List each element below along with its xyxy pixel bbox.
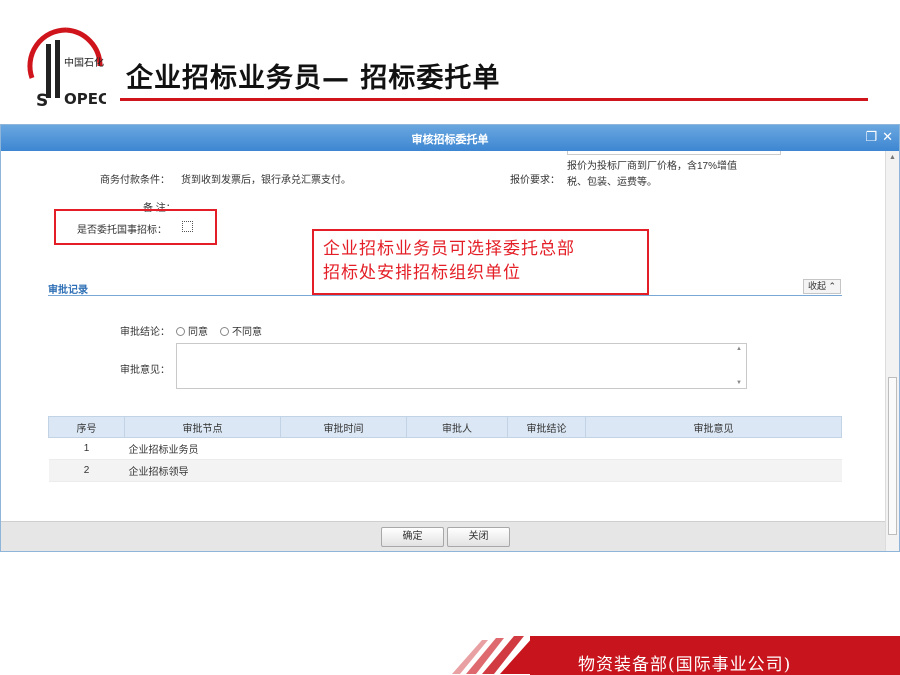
cell-no: 2 (48, 459, 125, 482)
table-row[interactable]: 1 企业招标业务员 (48, 437, 842, 460)
radio-disagree-circle[interactable] (220, 327, 229, 336)
cell-opinion (585, 459, 842, 482)
svg-text:中国石化: 中国石化 (64, 56, 104, 69)
dialog-scrollbar[interactable]: ▲ (885, 151, 899, 551)
radio-disagree-label: 不同意 (232, 327, 262, 338)
review-dialog: 审核招标委托单 ❐ ✕ 商务付款条件： 货到收到发票后，银行承兑汇票支付。 报价… (0, 124, 900, 552)
approval-table: 序号 审批节点 审批时间 审批人 审批结论 审批意见 1 企业招标业务员 2 企… (48, 416, 842, 482)
table-header-row: 序号 审批节点 审批时间 审批人 审批结论 审批意见 (48, 416, 842, 438)
cell-time (280, 459, 407, 482)
approval-section-header: 审批记录 收起 ⌃ (48, 279, 842, 296)
table-row[interactable]: 2 企业招标领导 (48, 459, 842, 482)
cell-node: 企业招标领导 (124, 459, 281, 482)
entrust-checkbox[interactable] (182, 221, 193, 232)
col-header-time: 审批时间 (280, 416, 407, 438)
col-header-result: 审批结论 (507, 416, 586, 438)
conclusion-label: 审批结论： (120, 327, 170, 338)
cell-time (280, 437, 407, 460)
cell-result (507, 437, 586, 460)
radio-agree-circle[interactable] (176, 327, 185, 336)
cell-result (507, 459, 586, 482)
restore-window-icon[interactable]: ❐ (865, 130, 877, 143)
quote-line-1: 报价为投标厂商到厂价格，含17%增值 (567, 161, 738, 172)
entrust-label: 是否委托国事招标： (77, 225, 167, 236)
radio-agree-label: 同意 (188, 327, 208, 338)
cell-no: 1 (48, 437, 125, 460)
quote-requirement-value: 报价为投标厂商到厂价格，含17%增值 税、包装、运费等。 (567, 159, 781, 191)
cell-person (406, 459, 508, 482)
collapse-button[interactable]: 收起 ⌃ (802, 279, 841, 294)
col-header-opinion: 审批意见 (585, 416, 842, 438)
sinopec-logo: 中国石化 S OPEC (26, 26, 109, 111)
radio-disagree[interactable]: 不同意 (220, 323, 262, 338)
scroll-down-icon[interactable]: ▼ (736, 380, 742, 386)
col-header-no: 序号 (48, 416, 125, 438)
payment-terms-value: 货到收到发票后，银行承兑汇票支付。 (181, 175, 351, 186)
col-header-node: 审批节点 (124, 416, 281, 438)
svg-text:S: S (36, 91, 48, 108)
cell-opinion (585, 437, 842, 460)
callout-line-1: 企业招标业务员可选择委托总部 (323, 239, 575, 259)
textarea-scrollbar[interactable]: ▲ ▼ (733, 344, 746, 388)
close-button[interactable]: 关闭 (447, 527, 510, 547)
confirm-button[interactable]: 确定 (381, 527, 444, 547)
opinion-textarea[interactable]: ▲ ▼ (176, 343, 747, 389)
quote-line-2: 税、包装、运费等。 (567, 177, 657, 188)
dialog-body: 商务付款条件： 货到收到发票后，银行承兑汇票支付。 报价要求： 报价为投标厂商到… (1, 151, 885, 521)
dialog-title: 审核招标委托单 (411, 134, 489, 146)
quote-requirement-label: 报价要求： (510, 175, 560, 186)
scroll-up-icon[interactable]: ▲ (889, 154, 896, 161)
approval-section-title: 审批记录 (48, 285, 88, 296)
slide-title: 企业招标业务员— 招标委托单 (126, 63, 501, 94)
close-icon[interactable]: ✕ (882, 130, 893, 143)
cell-node: 企业招标业务员 (124, 437, 281, 460)
title-rule (120, 98, 868, 101)
opinion-label: 审批意见： (120, 365, 170, 376)
quote-field-border (567, 151, 781, 155)
dialog-footer: 确定 关闭 (1, 521, 885, 551)
cell-person (406, 437, 508, 460)
svg-text:OPEC: OPEC (64, 90, 106, 108)
payment-terms-label: 商务付款条件： (100, 175, 170, 186)
col-header-person: 审批人 (406, 416, 508, 438)
dialog-titlebar[interactable]: 审核招标委托单 ❐ ✕ (1, 125, 899, 151)
scroll-thumb[interactable] (888, 377, 897, 535)
footer-department: 物资装备部(国际事业公司) (578, 655, 792, 675)
radio-agree[interactable]: 同意 (176, 323, 208, 338)
scroll-up-icon[interactable]: ▲ (736, 346, 742, 352)
